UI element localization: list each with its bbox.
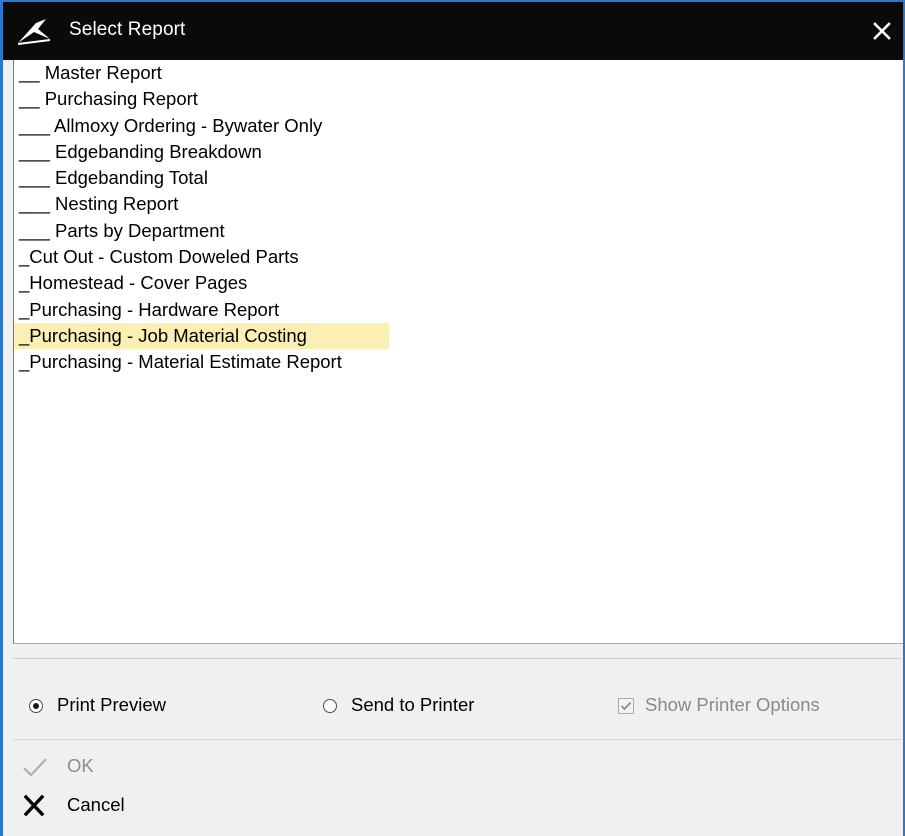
- select-report-dialog: Select Report __ Master Report __ Purcha…: [0, 0, 905, 836]
- report-list[interactable]: __ Master Report __ Purchasing Report __…: [13, 60, 903, 644]
- print-preview-option[interactable]: Print Preview: [29, 694, 229, 722]
- list-item[interactable]: _Homestead - Cover Pages: [14, 270, 389, 296]
- checkmark-icon: [23, 758, 47, 777]
- list-item[interactable]: _Purchasing - Material Estimate Report: [14, 349, 389, 375]
- divider: [13, 739, 901, 740]
- title-bar: Select Report: [3, 2, 903, 60]
- list-item[interactable]: __ Purchasing Report: [14, 86, 389, 112]
- list-item[interactable]: __ Master Report: [14, 60, 389, 86]
- window-title: Select Report: [69, 19, 186, 40]
- cancel-label: Cancel: [67, 794, 125, 815]
- list-item[interactable]: ___ Edgebanding Total: [14, 165, 389, 191]
- app-logo-icon: [17, 19, 51, 45]
- print-preview-label: Print Preview: [57, 694, 166, 715]
- list-item[interactable]: _Cut Out - Custom Doweled Parts: [14, 244, 389, 270]
- list-item[interactable]: ___ Edgebanding Breakdown: [14, 139, 389, 165]
- list-item[interactable]: ___ Allmoxy Ordering - Bywater Only: [14, 113, 389, 139]
- list-item[interactable]: _Purchasing - Hardware Report: [14, 297, 389, 323]
- list-item-selected[interactable]: _Purchasing - Job Material Costing: [14, 322, 389, 350]
- show-printer-options-label: Show Printer Options: [645, 694, 820, 715]
- show-printer-options-checkbox[interactable]: Show Printer Options: [618, 694, 878, 722]
- checkmark-icon: [620, 701, 632, 711]
- print-preview-radio[interactable]: [29, 699, 43, 713]
- cancel-button[interactable]: Cancel: [21, 791, 151, 821]
- send-to-printer-option[interactable]: Send to Printer: [323, 694, 523, 722]
- show-printer-options-check[interactable]: [618, 698, 634, 714]
- ok-button[interactable]: OK: [21, 752, 131, 782]
- send-to-printer-radio[interactable]: [323, 699, 337, 713]
- x-icon: [23, 794, 45, 817]
- divider: [13, 658, 901, 659]
- list-item[interactable]: ___ Nesting Report: [14, 191, 389, 217]
- ok-label: OK: [67, 755, 94, 776]
- send-to-printer-label: Send to Printer: [351, 694, 475, 715]
- list-item[interactable]: ___ Parts by Department: [14, 218, 389, 244]
- close-icon[interactable]: [867, 16, 897, 46]
